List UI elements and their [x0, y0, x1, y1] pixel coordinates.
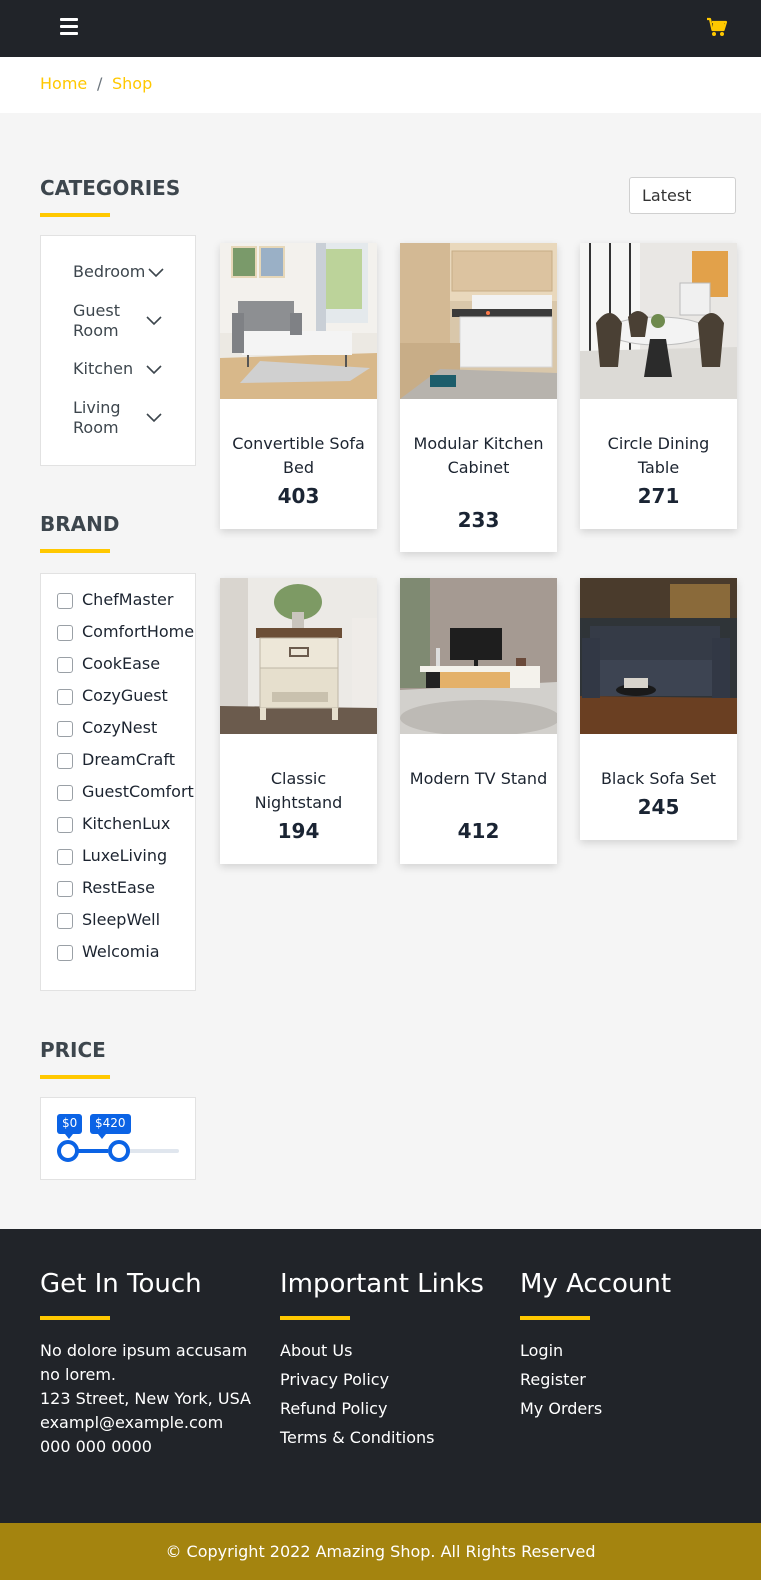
- brand-label: GuestComfort: [82, 782, 194, 801]
- brand-label: SleepWell: [82, 910, 161, 929]
- brand-checkbox[interactable]: [57, 945, 73, 961]
- footer-touch-text: No dolore ipsum accusam no lorem.: [40, 1341, 248, 1384]
- product-image-dining-table: [580, 243, 737, 399]
- footer-get-in-touch-title: Get In Touch: [40, 1269, 202, 1299]
- product-price: 233: [457, 508, 500, 532]
- category-label: Kitchen: [73, 359, 134, 378]
- brand-label: ComfortHome: [82, 622, 195, 641]
- footer-underline: [40, 1316, 110, 1320]
- brand-label: KitchenLux: [82, 814, 171, 833]
- price-min-label: $0: [57, 1114, 83, 1139]
- product-card[interactable]: Classic Nightstand 194: [220, 578, 377, 864]
- brand-checkbox[interactable]: [57, 753, 73, 769]
- footer-link-terms[interactable]: Terms & Conditions: [280, 1428, 434, 1447]
- chevron-down-icon[interactable]: [145, 411, 163, 423]
- category-label: Living Room: [73, 398, 121, 437]
- brand-label: LuxeLiving: [82, 846, 168, 865]
- footer-link-login[interactable]: Login: [520, 1341, 563, 1360]
- brand-checkbox[interactable]: [57, 689, 73, 705]
- breadcrumb-shop-link[interactable]: Shop: [112, 74, 152, 93]
- category-label: Bedroom: [73, 262, 146, 281]
- brand-checkbox[interactable]: [57, 913, 73, 929]
- brand-label: CookEase: [82, 654, 161, 673]
- product-price: 245: [637, 795, 680, 819]
- product-price: 412: [457, 819, 500, 843]
- footer-link-register[interactable]: Register: [520, 1370, 586, 1389]
- footer-email: exampl@example.com: [40, 1413, 224, 1432]
- breadcrumb-separator: /: [97, 74, 103, 93]
- footer-phone: 000 000 0000: [40, 1437, 152, 1456]
- footer-underline: [520, 1316, 590, 1320]
- footer-link-about-us[interactable]: About Us: [280, 1341, 352, 1360]
- footer-address: 123 Street, New York, USA: [40, 1389, 251, 1408]
- shopping-cart-icon[interactable]: [706, 16, 728, 38]
- brand-title: BRAND: [40, 512, 120, 536]
- brand-label: ChefMaster: [82, 590, 174, 609]
- product-image-kitchen-cabinet: [400, 243, 557, 399]
- chevron-down-icon[interactable]: [145, 363, 163, 375]
- brand-label: DreamCraft: [82, 750, 175, 769]
- footer-link-privacy-policy[interactable]: Privacy Policy: [280, 1370, 389, 1389]
- chevron-down-icon[interactable]: [145, 314, 163, 326]
- footer-important-links-title: Important Links: [280, 1269, 484, 1299]
- breadcrumb-home-link[interactable]: Home: [40, 74, 87, 93]
- product-card[interactable]: Black Sofa Set 245: [580, 578, 737, 840]
- product-price: 403: [277, 484, 320, 508]
- brand-checkbox[interactable]: [57, 881, 73, 897]
- brand-checkbox[interactable]: [57, 817, 73, 833]
- product-image-sofa-bed: [220, 243, 377, 399]
- price-panel: [40, 1097, 196, 1180]
- categories-panel: Bedroom Guest Room Kitchen Living Room: [40, 235, 196, 466]
- brand-label: CozyNest: [82, 718, 158, 737]
- product-card[interactable]: Circle Dining Table 271: [580, 243, 737, 529]
- price-max-label: $420: [90, 1114, 131, 1139]
- brand-checkbox[interactable]: [57, 785, 73, 801]
- product-name: Modular Kitchen Cabinet: [413, 434, 544, 477]
- brand-checkbox[interactable]: [57, 625, 73, 641]
- product-image-tv-stand: [400, 578, 557, 734]
- category-label: Guest Room: [73, 301, 120, 340]
- category-item-guest-room[interactable]: Guest Room: [73, 301, 143, 341]
- brand-checkbox[interactable]: [57, 721, 73, 737]
- brand-underline: [40, 549, 110, 553]
- chevron-down-icon[interactable]: [147, 266, 165, 278]
- product-name: Black Sofa Set: [600, 769, 717, 788]
- product-name: Classic Nightstand: [254, 769, 343, 812]
- product-price: 271: [637, 484, 680, 508]
- product-card[interactable]: Convertible Sofa Bed 403: [220, 243, 377, 529]
- product-image-nightstand: [220, 578, 377, 734]
- category-item-living-room[interactable]: Living Room: [73, 398, 143, 438]
- hamburger-icon[interactable]: [60, 18, 78, 36]
- product-name: Convertible Sofa Bed: [232, 434, 365, 477]
- brand-checkbox[interactable]: [57, 593, 73, 609]
- categories-title: CATEGORIES: [40, 176, 181, 200]
- footer-link-refund-policy[interactable]: Refund Policy: [280, 1399, 387, 1418]
- product-card[interactable]: Modern TV Stand 412: [400, 578, 557, 864]
- brand-checkbox[interactable]: [57, 657, 73, 673]
- product-name: Circle Dining Table: [607, 434, 710, 477]
- copyright-bar: © Copyright 2022 Amazing Shop. All Right…: [0, 1523, 761, 1580]
- brand-label: Welcomia: [82, 942, 160, 961]
- footer-underline: [280, 1316, 350, 1320]
- price-slider-min-handle[interactable]: [57, 1140, 79, 1162]
- footer-my-account-title: My Account: [520, 1269, 672, 1299]
- price-title: PRICE: [40, 1038, 106, 1062]
- sort-select[interactable]: Latest: [629, 177, 736, 214]
- brand-panel: ChefMaster ComfortHome CookEase CozyGuest Co…: [40, 573, 196, 991]
- product-card[interactable]: Modular Kitchen Cabinet 233: [400, 243, 557, 552]
- categories-underline: [40, 213, 110, 217]
- product-name: Modern TV Stand: [409, 769, 548, 788]
- footer-link-my-orders[interactable]: My Orders: [520, 1399, 602, 1418]
- product-image-black-sofa: [580, 578, 737, 734]
- brand-label: CozyGuest: [82, 686, 168, 705]
- product-price: 194: [277, 819, 320, 843]
- top-navbar: [0, 0, 761, 57]
- price-underline: [40, 1075, 110, 1079]
- brand-checkbox[interactable]: [57, 849, 73, 865]
- brand-label: RestEase: [82, 878, 155, 897]
